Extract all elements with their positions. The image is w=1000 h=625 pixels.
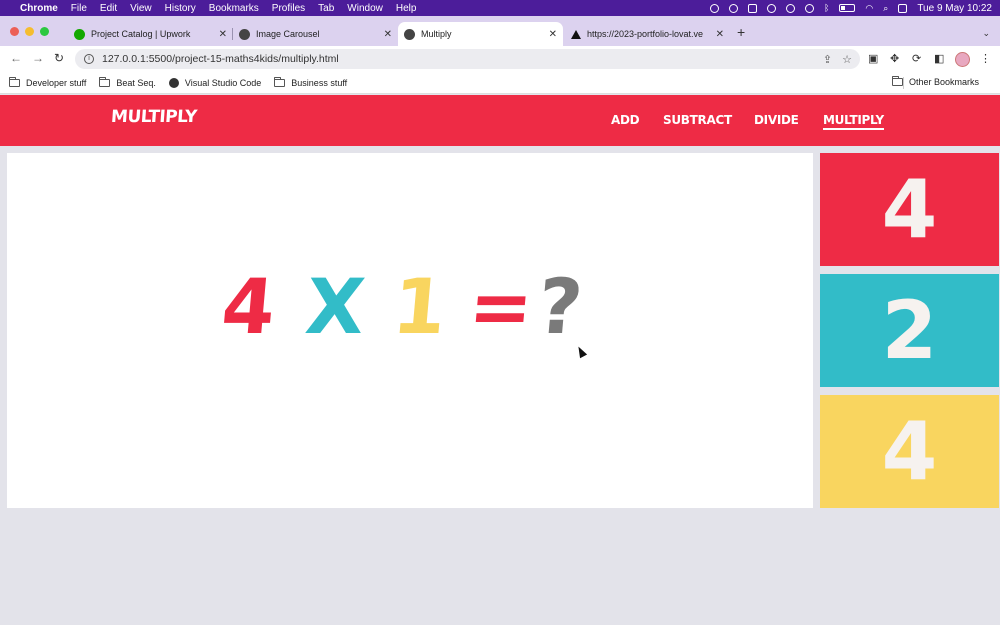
operand-2: 1 <box>389 262 450 351</box>
site-info-icon[interactable]: i <box>84 54 94 64</box>
menu-history[interactable]: History <box>165 3 196 14</box>
minimize-window-icon[interactable] <box>25 27 34 36</box>
bookmark-label: Business stuff <box>291 77 348 88</box>
menu-bookmarks[interactable]: Bookmarks <box>209 3 259 14</box>
battery-icon[interactable] <box>839 4 856 12</box>
record-icon[interactable] <box>710 3 719 13</box>
bookmark-beat-seq[interactable]: Beat Seq. <box>99 76 156 88</box>
bookmarks-bar: Developer stuff Beat Seq. Visual Studio … <box>0 72 1000 94</box>
nav-add[interactable]: ADD <box>611 113 640 127</box>
upwork-favicon-icon <box>74 28 85 40</box>
tab-multiply[interactable]: Multiply ✕ <box>398 22 563 46</box>
menu-help[interactable]: Help <box>396 3 417 14</box>
profile-avatar[interactable] <box>955 52 970 67</box>
back-arrow-icon[interactable]: ← <box>10 51 22 65</box>
reload-icon[interactable]: ↻ <box>54 51 64 65</box>
window-controls <box>10 27 49 36</box>
address-bar[interactable]: i 127.0.0.1:5500/project-15-maths4kids/m… <box>75 49 860 69</box>
control-center-icon[interactable] <box>898 3 908 13</box>
tab-portfolio[interactable]: https://2023-portfolio-lovat.ve ✕ <box>565 22 730 46</box>
menu-window[interactable]: Window <box>347 3 383 14</box>
tab-upwork[interactable]: Project Catalog | Upwork ✕ <box>68 22 233 46</box>
tab-title: Project Catalog | Upwork <box>91 29 191 39</box>
vercel-triangle-icon <box>571 29 581 39</box>
clock-datetime[interactable]: Tue 9 May 10:22 <box>917 3 992 14</box>
answer-option-2[interactable]: 2 <box>820 274 999 387</box>
close-window-icon[interactable] <box>10 27 19 36</box>
sync-icon[interactable]: ⟳ <box>912 52 921 65</box>
answer-placeholder: ? <box>534 262 587 351</box>
other-bookmarks[interactable]: Other Bookmarks <box>891 76 979 87</box>
menu-view[interactable]: View <box>130 3 152 14</box>
url-text[interactable]: 127.0.0.1:5500/project-15-maths4kids/mul… <box>102 53 339 65</box>
extension-icon[interactable]: ▣ <box>868 52 878 65</box>
answer-option-3[interactable]: 4 <box>820 395 999 508</box>
menu-tab[interactable]: Tab <box>318 3 334 14</box>
close-tab-icon[interactable]: ✕ <box>716 29 724 40</box>
bookmark-developer-stuff[interactable]: Developer stuff <box>9 76 87 88</box>
tab-search-chevron-icon[interactable]: ⌄ <box>982 28 990 39</box>
menu-profiles[interactable]: Profiles <box>272 3 305 14</box>
folder-icon <box>274 76 286 87</box>
bookmark-label: Developer stuff <box>26 77 87 88</box>
menu-file[interactable]: File <box>71 3 87 14</box>
globe-icon <box>239 28 250 40</box>
nav-subtract[interactable]: SUBTRACT <box>663 113 732 127</box>
close-tab-icon[interactable]: ✕ <box>384 29 392 40</box>
bluetooth-icon[interactable]: ᛒ <box>824 3 829 13</box>
site-logo[interactable]: MULTIPLY <box>110 107 197 127</box>
spotlight-search-icon[interactable]: ⌕ <box>883 3 888 14</box>
menu-chrome[interactable]: Chrome <box>20 3 58 14</box>
new-tab-plus-icon[interactable]: + <box>737 24 745 40</box>
bookmark-label: Other Bookmarks <box>908 77 979 87</box>
macos-menu-bar: Chrome File Edit View History Bookmarks … <box>0 0 1000 16</box>
puzzle-extensions-icon[interactable]: ✥ <box>890 52 899 65</box>
drive-icon[interactable] <box>748 3 757 13</box>
dollar-icon[interactable] <box>805 3 814 13</box>
operand-1: 4 <box>218 262 279 351</box>
site-header: MULTIPLY ADD SUBTRACT DIVIDE MULTIPLY <box>0 95 1000 146</box>
bookmark-star-icon[interactable]: ☆ <box>842 53 852 66</box>
d-app-icon[interactable] <box>767 3 776 13</box>
forward-arrow-icon[interactable]: → <box>32 51 44 65</box>
close-tab-icon[interactable]: ✕ <box>219 29 227 40</box>
share-icon[interactable]: ⇪ <box>823 53 832 66</box>
wifi-icon[interactable]: ◠ <box>865 3 873 14</box>
operator-sign: X <box>302 262 369 351</box>
browser-tab-strip: Project Catalog | Upwork ✕ Image Carouse… <box>0 16 1000 46</box>
folder-icon <box>891 76 903 86</box>
bookmark-visual-studio-code[interactable]: Visual Studio Code <box>168 77 262 88</box>
tab-title: Multiply <box>421 29 452 39</box>
equals-sign: = <box>465 262 537 351</box>
folder-icon <box>99 76 111 87</box>
cast-icon[interactable] <box>729 3 738 13</box>
folder-icon <box>9 76 20 87</box>
tab-title: Image Carousel <box>256 29 320 39</box>
chrome-menu-icon[interactable]: ⋮ <box>980 52 991 65</box>
close-tab-icon[interactable]: ✕ <box>549 29 557 40</box>
bookmark-label: Visual Studio Code <box>184 77 262 88</box>
globe-icon <box>404 28 415 40</box>
nav-multiply[interactable]: MULTIPLY <box>823 113 884 130</box>
bookmark-label: Beat Seq. <box>116 77 156 88</box>
menu-edit[interactable]: Edit <box>100 3 117 14</box>
bookmark-business-stuff[interactable]: Business stuff <box>274 76 348 88</box>
globe-icon <box>168 77 179 88</box>
answer-option-1[interactable]: 4 <box>820 153 999 266</box>
tab-title: https://2023-portfolio-lovat.ve <box>587 29 704 39</box>
browser-toolbar: ← → ↻ i 127.0.0.1:5500/project-15-maths4… <box>0 46 1000 72</box>
zoom-window-icon[interactable] <box>40 27 49 36</box>
tab-image-carousel[interactable]: Image Carousel ✕ <box>233 22 398 46</box>
layers-icon[interactable] <box>786 3 795 13</box>
nav-divide[interactable]: DIVIDE <box>754 113 799 127</box>
side-panel-icon[interactable]: ◧ <box>934 52 944 65</box>
